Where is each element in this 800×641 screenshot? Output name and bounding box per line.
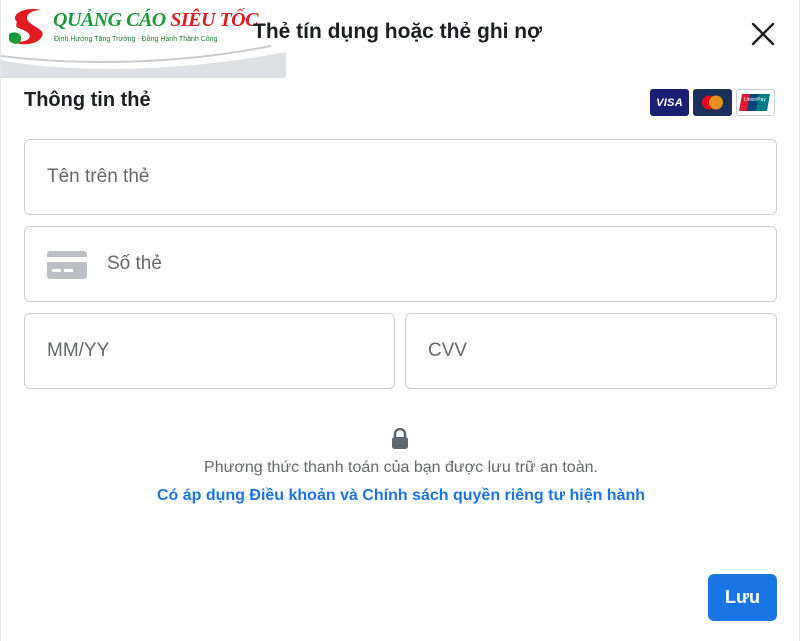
close-icon [751, 22, 775, 46]
card-number-input[interactable] [25, 227, 776, 301]
terms-privacy-link[interactable]: Có áp dụng Điều khoản và Chính sách quyề… [1, 487, 799, 505]
close-button[interactable] [747, 18, 779, 50]
logo-brand-text: QUẢNG CÁO SIÊU TỐC [53, 9, 258, 31]
credit-card-icon [47, 251, 87, 279]
expiry-field[interactable] [24, 313, 395, 389]
section-title: Thông tin thẻ [24, 89, 151, 111]
brand-logo: QUẢNG CÁO SIÊU TỐC Định Hướng Tăng Trưởn… [1, 0, 286, 78]
cvv-input[interactable] [406, 314, 776, 388]
secure-storage-message: Phương thức thanh toán của bạn được lưu … [204, 459, 598, 476]
mastercard-logo-icon [693, 89, 732, 116]
expiry-input[interactable] [25, 314, 394, 388]
card-number-field[interactable] [24, 226, 777, 302]
svg-text:UnionPay: UnionPay [744, 97, 766, 103]
unionpay-logo-icon: UnionPay [736, 89, 775, 116]
dialog-title: Thẻ tín dụng hoặc thẻ ghi nợ [253, 20, 543, 43]
cardholder-name-input[interactable] [25, 140, 776, 214]
payment-dialog: QUẢNG CÁO SIÊU TỐC Định Hướng Tăng Trưởn… [0, 0, 800, 641]
cvv-field[interactable] [405, 313, 777, 389]
visa-logo-icon: VISA [650, 89, 689, 116]
save-button[interactable]: Lưu [708, 574, 777, 621]
lock-icon [392, 428, 408, 449]
cardholder-name-field[interactable] [24, 139, 777, 215]
card-brand-logos: VISA UnionPay [650, 89, 775, 117]
logo-tagline: Định Hướng Tăng Trưởng - Đồng Hành Thành… [54, 36, 218, 43]
